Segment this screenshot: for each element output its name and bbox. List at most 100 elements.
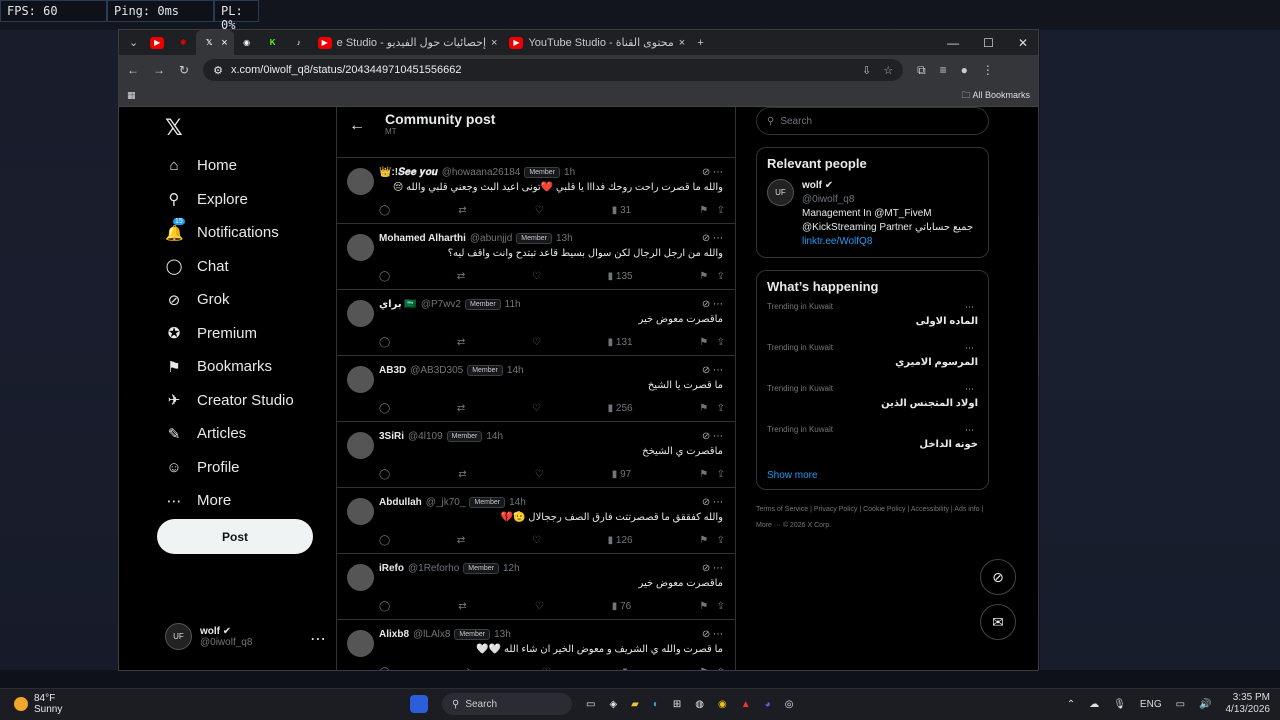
account-switcher[interactable]: UF wolf ✔ @0iwolf_q8 ⋯ [165,623,326,650]
reply-post[interactable]: 3SiRi @4l109 Member 14h ⊘ ⋯ ماقصرت ي الشيخخ… [337,422,735,488]
clock[interactable]: 3:35 PM 4/13/2026 [1226,692,1271,716]
weather-widget[interactable]: 84°F Sunny [14,693,62,715]
views-count[interactable]: ▮ 256 [608,403,633,414]
share-icon[interactable]: ⇪ [717,601,725,612]
address-bar[interactable]: ⚙ x.com/0iwolf_q8/status/204344971045155… [203,59,904,81]
sidebar-item-more[interactable]: ⋯ More [165,484,294,518]
author-name[interactable]: براي 🇸🇦 [379,299,417,310]
apps-icon[interactable]: ▦ [127,90,136,101]
post-time[interactable]: 14h [507,365,524,376]
person-card[interactable]: UF wolf ✔ @0iwolf_q8 Management In @MT_F… [767,179,978,249]
close-icon[interactable]: × [221,37,227,49]
author-handle[interactable]: @P7wv2 [421,299,461,310]
show-more-link[interactable]: Show more [767,470,978,481]
repost-icon[interactable]: ⇄ [458,205,466,216]
x-logo[interactable]: 𝕏 [165,115,183,141]
like-icon[interactable]: ♡ [532,403,541,414]
like-icon[interactable]: ♡ [535,205,544,216]
reply-icon[interactable]: ◯ [379,601,390,612]
bookmark-icon[interactable]: ⚑ [699,667,708,670]
sidebar-item-creator-studio[interactable]: ✈ Creator Studio [165,384,294,418]
sidebar-item-profile[interactable]: ☺ Profile [165,451,294,485]
reply-post[interactable]: براي 🇸🇦 @P7wv2 Member 11h ⊘ ⋯ ماقصرت معوض خ… [337,290,735,356]
tab-kick[interactable]: K [260,30,286,55]
author-name[interactable]: Alixb8 [379,629,409,640]
author-handle[interactable]: @AB3D305 [410,365,463,376]
trend-item[interactable]: Trending in Kuwait ⋯ المرسوم الاميري [767,343,978,384]
bookmark-icon[interactable]: ⚑ [699,469,708,480]
reply-icon[interactable]: ◯ [379,337,390,348]
sidebar-item-notifications[interactable]: 🔔 15 Notifications [165,216,294,250]
reply-icon[interactable]: ◯ [379,535,390,546]
new-tab-button[interactable]: + [691,30,709,55]
author-name[interactable]: 3SiRi [379,431,404,442]
sidebar-item-premium[interactable]: ✪ Premium [165,317,294,351]
avatar[interactable] [347,432,374,459]
sidebar-item-grok[interactable]: ⊘ Grok [165,283,294,317]
grok-icon[interactable]: ⊘ [702,431,710,442]
reply-post[interactable]: Abdullah @_jk70_ Member 14h ⊘ ⋯ والله كفققق… [337,488,735,554]
views-count[interactable]: ▮ 135 [608,271,633,282]
tab-youtube-studio-analytics[interactable]: ▶ e Studio - إحصائيات حول الفيديو × [312,30,504,55]
reply-post[interactable]: Alixb8 @lLAlx8 Member 13h ⊘ ⋯ ما قصرت والله… [337,620,735,670]
author-name[interactable]: Abdullah [379,497,422,508]
edge-icon[interactable]: ◐ [653,699,659,710]
close-window-icon[interactable]: ✕ [1018,36,1028,50]
author-handle[interactable]: @abunjjd [470,233,512,244]
post-time[interactable]: 12h [503,563,520,574]
reply-icon[interactable]: ◯ [379,205,390,216]
author-handle[interactable]: @howaana26184 [442,167,521,178]
bookmark-icon[interactable]: ⚑ [699,535,708,546]
maximize-icon[interactable]: ☐ [983,36,994,50]
language-indicator[interactable]: ENG [1140,699,1162,710]
like-icon[interactable]: ♡ [535,601,544,612]
tab-whatsapp[interactable]: ◉ [234,30,260,55]
post-time[interactable]: 13h [494,629,511,640]
bookmark-icon[interactable]: ⚑ [699,337,708,348]
more-icon[interactable]: ⋯ [965,343,974,354]
author-handle[interactable]: @_jk70_ [426,497,466,508]
obs-icon[interactable]: ◎ [785,699,794,710]
more-icon[interactable]: ⋯ [713,497,723,508]
more-icon[interactable]: ⋯ [713,365,723,376]
sidebar-item-explore[interactable]: ⚲ Explore [165,183,294,217]
post-time[interactable]: 14h [509,497,526,508]
author-name[interactable]: Mohamed Alharthi [379,233,466,244]
grok-icon[interactable]: ⊘ [702,299,710,310]
media-icon[interactable]: ≡ [940,63,947,77]
reply-icon[interactable]: ◯ [379,667,390,670]
profile-avatar[interactable]: ● [961,63,968,77]
taskbar-search[interactable]: ⚲ Search [442,693,572,715]
reply-post[interactable]: Mohamed Alharthi @abunjjd Member 13h ⊘ ⋯ وا… [337,224,735,290]
post-time[interactable]: 14h [486,431,503,442]
minimize-icon[interactable]: — [947,36,959,50]
site-info-icon[interactable]: ⚙ [213,64,223,77]
copilot-icon[interactable]: ◈ [609,699,617,710]
grok-icon[interactable]: ⊘ [702,629,710,640]
grok-icon[interactable]: ⊘ [702,497,710,508]
more-icon[interactable]: ⋯ [965,425,974,436]
share-icon[interactable]: ⇪ [717,667,725,670]
star-icon[interactable]: ☆ [883,64,893,77]
views-count[interactable]: ▮ 131 [608,337,633,348]
reload-icon[interactable]: ↻ [179,63,189,77]
steam-icon[interactable]: ◍ [695,699,704,710]
more-icon[interactable]: ⋯ [713,629,723,640]
bookmark-icon[interactable]: ⚑ [699,403,708,414]
trend-item[interactable]: Trending in Kuwait ⋯ اولاد المتجنس الذين [767,384,978,425]
back-icon[interactable]: ← [127,63,139,77]
views-count[interactable]: ▮ 97 [612,469,631,480]
repost-icon[interactable]: ⇄ [457,271,465,282]
person-link[interactable]: linktr.ee/WolfQ8 [802,235,973,249]
like-icon[interactable]: ♡ [542,667,551,670]
more-icon[interactable]: ⋯ [713,167,723,178]
bookmark-icon[interactable]: ⚑ [699,205,708,216]
tab-youtube[interactable]: ▶ [144,30,170,55]
tab-search-button[interactable]: ⌄ [123,30,144,55]
extensions-icon[interactable]: ⧉ [917,63,926,78]
more-icon[interactable]: ⋯ [965,302,974,313]
reply-icon[interactable]: ◯ [379,271,390,282]
network-icon[interactable]: ▭ [1176,699,1185,710]
menu-icon[interactable]: ⋮ [982,63,994,77]
grok-icon[interactable]: ⊘ [702,233,710,244]
